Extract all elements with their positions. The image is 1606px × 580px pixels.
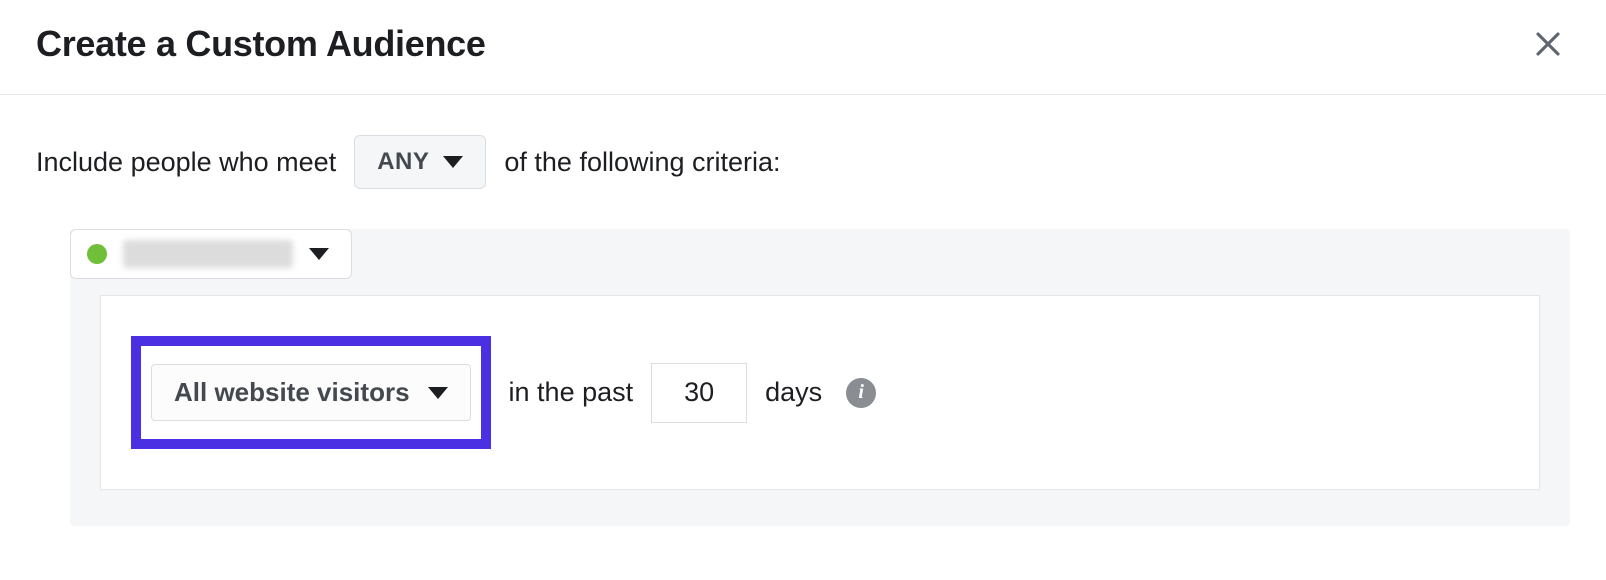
modal-header: Create a Custom Audience	[0, 0, 1606, 95]
criteria-suffix-text: of the following criteria:	[504, 147, 780, 178]
visitor-type-dropdown[interactable]: All website visitors	[151, 364, 471, 421]
match-mode-value: ANY	[377, 148, 429, 176]
criteria-prefix-text: Include people who meet	[36, 147, 336, 178]
close-icon	[1533, 29, 1563, 59]
modal-body: Include people who meet ANY of the follo…	[0, 95, 1606, 526]
chevron-down-icon	[428, 387, 448, 399]
rule-card: All website visitors in the past days i	[100, 295, 1540, 490]
info-icon[interactable]: i	[846, 378, 876, 408]
criteria-block: All website visitors in the past days i	[70, 229, 1570, 526]
criteria-sentence: Include people who meet ANY of the follo…	[36, 135, 1570, 189]
modal-title: Create a Custom Audience	[36, 23, 486, 65]
rule-mid-text: in the past	[509, 377, 634, 408]
status-dot-icon	[87, 244, 107, 264]
source-pixel-dropdown[interactable]	[70, 229, 352, 279]
custom-audience-modal: Create a Custom Audience Include people …	[0, 0, 1606, 580]
chevron-down-icon	[443, 156, 463, 168]
chevron-down-icon	[309, 248, 329, 260]
highlight-box: All website visitors	[131, 336, 491, 449]
match-mode-dropdown[interactable]: ANY	[354, 135, 486, 189]
days-input[interactable]	[651, 363, 747, 423]
visitor-type-value: All website visitors	[174, 377, 410, 408]
source-pixel-label-redacted	[123, 240, 293, 268]
days-label: days	[765, 377, 822, 408]
close-button[interactable]	[1526, 22, 1570, 66]
